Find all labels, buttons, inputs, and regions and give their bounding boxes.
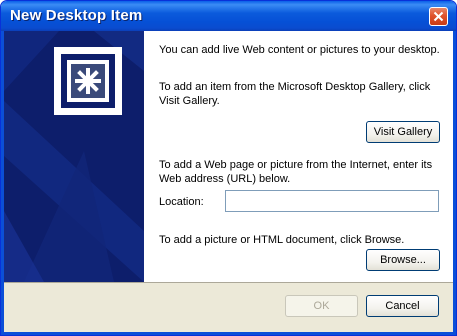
window-title: New Desktop Item (10, 7, 143, 24)
location-input[interactable] (225, 190, 439, 212)
title-bar: New Desktop Item (1, 1, 456, 31)
visit-gallery-button[interactable]: Visit Gallery (366, 121, 440, 143)
cancel-button[interactable]: Cancel (366, 295, 439, 317)
wizard-graphic (4, 31, 144, 282)
browse-button[interactable]: Browse... (366, 249, 440, 271)
gallery-instructions: To add an item from the Microsoft Deskto… (159, 81, 431, 107)
new-desktop-item-dialog: New Desktop Item You can add live Web co… (0, 0, 457, 336)
intro-text: You can add live Web content or pictures… (159, 44, 440, 56)
browse-instructions: To add a picture or HTML document, click… (159, 234, 405, 246)
desktop-item-icon (54, 47, 122, 115)
window-frame-right (453, 31, 456, 335)
close-icon (433, 11, 444, 22)
footer-separator (4, 282, 453, 283)
ok-button[interactable]: OK (285, 295, 358, 317)
window-frame-bottom (1, 332, 456, 335)
web-instructions: To add a Web page or picture from the In… (159, 159, 433, 185)
location-label: Location: (159, 196, 204, 208)
decorative-side-panel (4, 31, 144, 282)
close-button[interactable] (429, 7, 448, 26)
dialog-content: You can add live Web content or pictures… (4, 31, 453, 282)
